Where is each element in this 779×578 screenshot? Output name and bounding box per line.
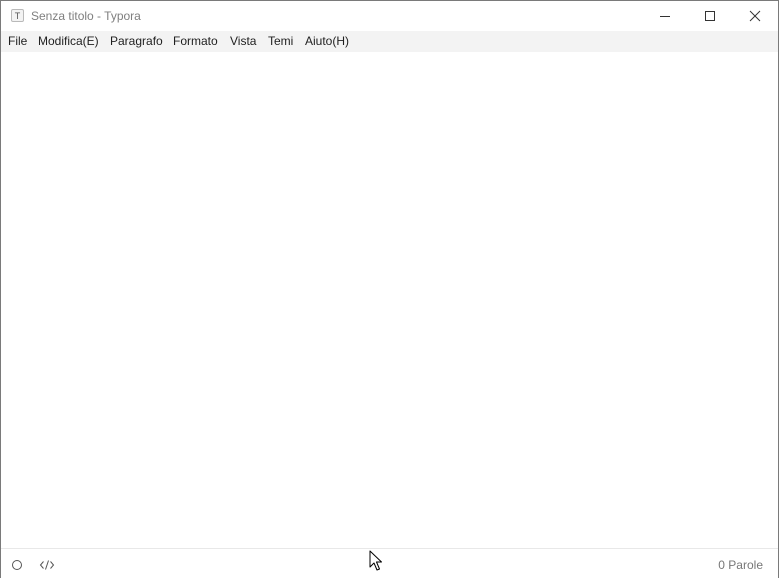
maximize-button[interactable]	[687, 1, 733, 31]
maximize-icon	[705, 11, 715, 21]
minimize-button[interactable]	[642, 1, 688, 31]
close-button[interactable]	[732, 1, 778, 31]
title-bar[interactable]: T Senza titolo - Typora	[1, 1, 778, 31]
code-icon	[39, 560, 55, 570]
typora-window: T Senza titolo - Typora File Modifica(E)…	[0, 0, 779, 578]
menu-vista[interactable]: Vista	[230, 34, 256, 48]
menu-file[interactable]: File	[8, 34, 27, 48]
menu-modifica[interactable]: Modifica(E)	[38, 34, 99, 48]
word-count[interactable]: 0 Parole	[718, 558, 763, 572]
mouse-pointer-icon	[369, 550, 382, 571]
outline-toggle-button[interactable]	[11, 558, 23, 576]
typora-app-icon[interactable]: T	[11, 9, 24, 22]
menu-temi[interactable]: Temi	[268, 34, 293, 48]
source-code-toggle-button[interactable]	[39, 558, 55, 576]
menu-bar: File Modifica(E) Paragrafo Formato Vista…	[1, 31, 778, 52]
window-title: Senza titolo - Typora	[31, 9, 141, 23]
menu-aiuto[interactable]: Aiuto(H)	[305, 34, 349, 48]
circle-icon	[12, 560, 22, 570]
close-icon	[749, 10, 761, 22]
menu-paragrafo[interactable]: Paragrafo	[110, 34, 163, 48]
minimize-icon	[660, 16, 670, 17]
editor-area[interactable]	[1, 52, 778, 548]
menu-formato[interactable]: Formato	[173, 34, 218, 48]
status-bar: 0 Parole	[1, 548, 778, 578]
